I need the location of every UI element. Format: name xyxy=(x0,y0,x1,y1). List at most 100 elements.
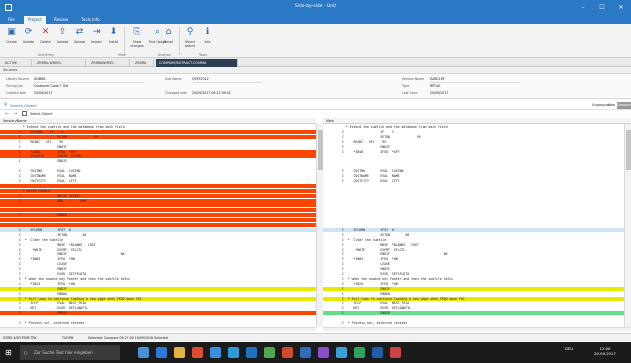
code-line[interactable]: * Extend the subfile and the database fr… xyxy=(323,125,624,129)
code-line[interactable]: C CUSTCITY EVAL CITY xyxy=(0,179,316,183)
code-line[interactable]: C EXSR SETSFLDTA xyxy=(323,272,624,276)
task-view-icon[interactable] xyxy=(138,347,149,358)
code-line[interactable]: C ENDIF xyxy=(0,145,316,149)
app-icon[interactable] xyxy=(228,347,239,358)
code-line[interactable]: C *IN25 IFEQ *ON xyxy=(0,282,316,286)
system-clock[interactable]: 12:00 20.09.2017 xyxy=(590,346,620,356)
maximize-button[interactable]: ☐ xyxy=(594,2,610,13)
office-app-icon[interactable] xyxy=(192,347,203,358)
code-line[interactable]: C SFLRRN IFGT 0 xyxy=(0,227,316,232)
app-icon[interactable] xyxy=(246,347,257,358)
windows-start-icon[interactable]: ⊞ xyxy=(5,348,14,357)
code-line[interactable]: C SFLP EVAL NEXT_TRIA xyxy=(323,301,624,305)
code-line[interactable]: C ENDIF NX xyxy=(323,252,624,256)
ribbon-tab-file[interactable]: File xyxy=(4,16,19,24)
ribbon-tab-project[interactable]: Project xyxy=(24,16,46,24)
code-line[interactable] xyxy=(323,213,624,217)
code-line[interactable]: C * Clear the subfile xyxy=(0,238,316,242)
code-line[interactable]: C SFLRRN IF 1 xyxy=(0,129,316,134)
edge-browser-icon[interactable] xyxy=(156,347,167,358)
update-button[interactable]: ⟳ Update xyxy=(20,27,37,53)
code-line[interactable]: C * when the onward key Footer and then … xyxy=(323,277,624,281)
code-line[interactable]: C *IN03 IFEQ *ON xyxy=(323,257,624,261)
code-line[interactable]: C ENDIF xyxy=(0,286,316,291)
code-line[interactable]: C SETON 40 xyxy=(323,233,624,237)
scrollbar-thumb[interactable] xyxy=(626,130,631,170)
app-icon[interactable] xyxy=(210,347,221,358)
taskbar-search-input[interactable]: ○ Zur Suche Text hier eingeben xyxy=(20,345,120,360)
code-line[interactable]: C SETON 99 xyxy=(323,135,624,139)
code-line[interactable] xyxy=(323,218,624,222)
code-line[interactable] xyxy=(323,184,624,188)
code-line[interactable]: C * Clear the subfile xyxy=(323,238,624,242)
code-line[interactable]: C KEY EXSR GETLOADFIL xyxy=(0,306,316,310)
code-line[interactable] xyxy=(323,316,624,320)
right-vertical-scrollbar[interactable] xyxy=(624,124,631,327)
doc-tab-active[interactable]: COMPARE/EXTRACT-COMMA xyxy=(156,59,238,67)
code-line[interactable] xyxy=(323,189,624,193)
code-line[interactable] xyxy=(323,223,624,227)
app-icon[interactable] xyxy=(318,347,329,358)
object-search-button[interactable]: ⚲ Object search xyxy=(181,27,199,53)
code-line[interactable]: C CUSTNAME EVAL NAME xyxy=(0,174,316,178)
code-line[interactable] xyxy=(323,154,624,158)
code-line[interactable]: C ENDIF NX xyxy=(0,252,316,256)
code-line[interactable]: C ENDIF xyxy=(323,267,624,271)
code-line[interactable]: C CUSTNAME EVAL NAME xyxy=(323,174,624,178)
code-line[interactable] xyxy=(0,203,316,208)
code-line[interactable] xyxy=(0,164,316,168)
code-line[interactable]: C WRITE SFLREC xyxy=(0,193,316,198)
code-line[interactable]: C ENDIF xyxy=(0,267,316,271)
delete-button[interactable]: ✕ Delete xyxy=(37,27,54,53)
code-line[interactable] xyxy=(0,223,316,227)
code-line[interactable] xyxy=(0,316,316,320)
file-explorer-icon[interactable] xyxy=(174,347,185,358)
code-line[interactable]: C * Exit Loop to continue loading a new … xyxy=(0,296,316,301)
doc-tab[interactable]: ZEBRA-WHEEL xyxy=(34,59,86,67)
doc-tab[interactable]: ZEBRAWHEEL xyxy=(88,59,130,67)
code-line[interactable]: C SETON 40 xyxy=(0,233,316,237)
code-line[interactable] xyxy=(323,194,624,198)
code-line[interactable]: C * when the onward key Footer and then … xyxy=(0,277,316,281)
code-line[interactable]: C SFLDATA CHAIN SFLREC xyxy=(0,154,316,159)
code-line[interactable] xyxy=(323,164,624,168)
code-line[interactable]: C READC SFL 99 xyxy=(323,140,624,144)
code-line[interactable]: C MOVE *BLANKS CUST xyxy=(0,243,316,247)
arrow-left-icon[interactable]: ← xyxy=(5,111,9,117)
code-line[interactable]: C ENDDO xyxy=(0,292,316,296)
right-diff-pane[interactable]: * Extend the subfile and the database fr… xyxy=(323,124,624,327)
code-line[interactable]: C ENDIF xyxy=(323,145,624,149)
info-button[interactable]: ℹ Info xyxy=(199,27,216,53)
code-line[interactable]: * Extend the subfile and the database fr… xyxy=(0,125,316,129)
checkbox-icon[interactable] xyxy=(22,111,27,116)
code-line[interactable]: C EXSR SETSFLDTA xyxy=(0,272,316,276)
code-line[interactable] xyxy=(0,218,316,223)
code-line[interactable]: C * Exit Loop to continue loading a new … xyxy=(323,296,624,301)
code-line[interactable]: C ADD 1 RRN xyxy=(0,198,316,203)
code-line[interactable]: C *IN03 IFEQ *ON xyxy=(0,257,316,261)
import-button[interactable]: ⇥ Import xyxy=(88,27,105,53)
app-icon[interactable] xyxy=(372,347,383,358)
doc-tab[interactable]: ZEBRA xyxy=(132,59,154,67)
compare-button[interactable]: Compare xyxy=(617,102,631,109)
code-line[interactable]: C READC SFL 99 xyxy=(0,140,316,144)
code-line[interactable]: C SFLP EVAL NEXT_TRIA xyxy=(0,301,316,305)
switch-button[interactable]: ⇄ Upload xyxy=(71,27,88,53)
code-line[interactable]: C *NOTE EXFMT SFLCTL xyxy=(323,248,624,252)
code-line[interactable] xyxy=(323,159,624,163)
search-object-link[interactable]: Search Object xyxy=(10,103,37,108)
app-icon[interactable] xyxy=(282,347,293,358)
close-button[interactable]: ✕ xyxy=(613,2,629,13)
code-line[interactable]: C *IN40 IFEQ *OFF xyxy=(323,150,624,154)
code-line[interactable]: C SETON 99 xyxy=(0,134,316,139)
code-line[interactable]: C ENDIF xyxy=(0,159,316,163)
code-line[interactable]: C CUSTCITY EVAL CITY xyxy=(323,179,624,183)
code-line[interactable]: C ENDDO xyxy=(323,292,624,296)
code-line[interactable]: C * Process sel, selected records xyxy=(0,321,316,325)
code-line[interactable] xyxy=(323,203,624,207)
ribbon-tab-review[interactable]: Review xyxy=(50,16,72,24)
code-line[interactable]: C IF 1 xyxy=(323,130,624,134)
doc-tab[interactable]: ACTIVE xyxy=(2,59,32,67)
language-indicator[interactable]: DEU xyxy=(565,346,573,351)
upload-button[interactable]: ⇪ Upload xyxy=(54,27,71,53)
